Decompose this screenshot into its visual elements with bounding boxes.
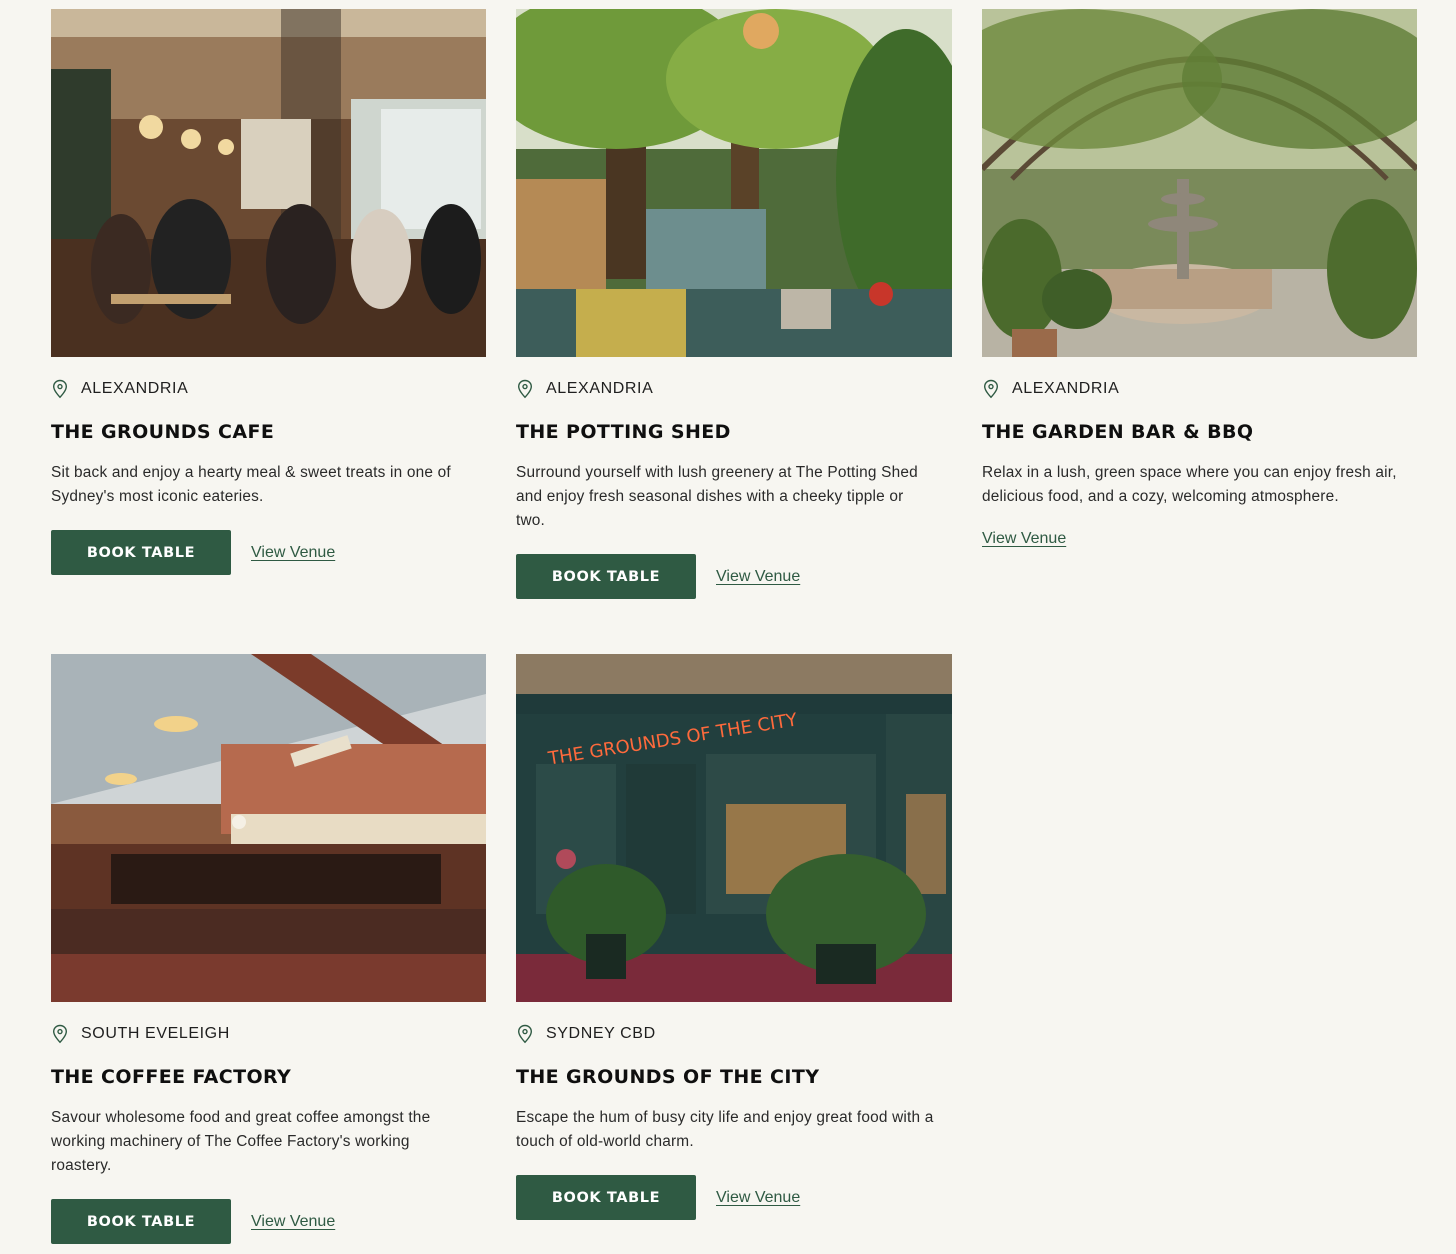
venue-location-text: ALEXANDRIA <box>1012 380 1120 397</box>
venue-title: THE GROUNDS OF THE CITY <box>516 1066 820 1088</box>
venue-actions: BOOK TABLE View Venue <box>516 1175 952 1220</box>
book-table-button[interactable]: BOOK TABLE <box>516 554 696 599</box>
venue-location-text: ALEXANDRIA <box>546 380 654 397</box>
venue-photo-coffee-factory[interactable] <box>51 654 486 1002</box>
location-pin-icon <box>517 379 533 399</box>
venue-location-text: SYDNEY CBD <box>546 1025 656 1042</box>
location-pin-icon <box>52 379 68 399</box>
location-pin-icon <box>983 379 999 399</box>
view-venue-link[interactable]: View Venue <box>716 1189 800 1207</box>
venue-actions: BOOK TABLE View Venue <box>516 554 952 599</box>
venue-photo-grounds-cafe[interactable] <box>51 9 486 357</box>
venue-actions: View Venue <box>982 530 1417 548</box>
location-pin-icon <box>517 1024 533 1044</box>
view-venue-link[interactable]: View Venue <box>982 530 1066 548</box>
venue-description: Surround yourself with lush greenery at … <box>516 464 918 529</box>
book-table-button[interactable]: BOOK TABLE <box>516 1175 696 1220</box>
venue-description: Escape the hum of busy city life and enj… <box>516 1109 934 1150</box>
location-pin-icon <box>52 1024 68 1044</box>
venue-photo-grounds-of-the-city[interactable]: THE GROUNDS OF THE CITY <box>516 654 952 1002</box>
venue-location: SYDNEY CBD <box>516 1024 952 1044</box>
venue-description: Savour wholesome food and great coffee a… <box>51 1109 431 1174</box>
venue-photo-garden-bar[interactable] <box>982 9 1417 357</box>
venue-grid: ALEXANDRIA THE GROUNDS CAFE Sit back and… <box>51 9 1417 1254</box>
venue-location: ALEXANDRIA <box>982 379 1417 399</box>
venue-actions: BOOK TABLE View Venue <box>51 530 486 575</box>
venue-location-text: SOUTH EVELEIGH <box>81 1025 230 1042</box>
venue-title: THE GARDEN BAR & BBQ <box>982 421 1254 443</box>
venue-location: SOUTH EVELEIGH <box>51 1024 486 1044</box>
view-venue-link[interactable]: View Venue <box>251 544 335 562</box>
venue-title: THE GROUNDS CAFE <box>51 421 275 443</box>
venue-card: ALEXANDRIA THE GARDEN BAR & BBQ Relax in… <box>982 9 1417 654</box>
venue-card: SOUTH EVELEIGH THE COFFEE FACTORY Savour… <box>51 654 486 1254</box>
view-venue-link[interactable]: View Venue <box>251 1213 335 1231</box>
venue-title: THE COFFEE FACTORY <box>51 1066 292 1088</box>
book-table-button[interactable]: BOOK TABLE <box>51 530 231 575</box>
venue-description: Sit back and enjoy a hearty meal & sweet… <box>51 464 451 505</box>
venue-card: ALEXANDRIA THE GROUNDS CAFE Sit back and… <box>51 9 486 654</box>
view-venue-link[interactable]: View Venue <box>716 568 800 586</box>
venue-actions: BOOK TABLE View Venue <box>51 1199 486 1244</box>
venue-card: ALEXANDRIA THE POTTING SHED Surround you… <box>516 9 952 654</box>
venue-location-text: ALEXANDRIA <box>81 380 189 397</box>
venue-title: THE POTTING SHED <box>516 421 731 443</box>
venue-card: THE GROUNDS OF THE CITY SYDNEY CBD THE G… <box>516 654 952 1254</box>
venue-photo-potting-shed[interactable] <box>516 9 952 357</box>
venue-location: ALEXANDRIA <box>51 379 486 399</box>
venue-location: ALEXANDRIA <box>516 379 952 399</box>
book-table-button[interactable]: BOOK TABLE <box>51 1199 231 1244</box>
venue-description: Relax in a lush, green space where you c… <box>982 464 1397 505</box>
